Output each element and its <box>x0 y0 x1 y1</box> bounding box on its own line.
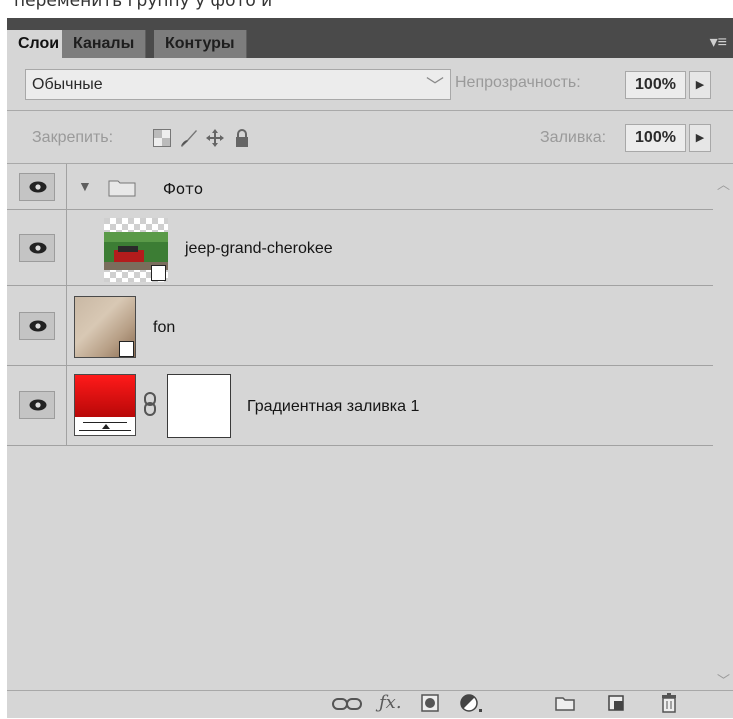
divider <box>66 210 67 286</box>
blend-mode-value: Обычные <box>32 76 103 93</box>
lock-all-icon[interactable] <box>233 128 251 153</box>
new-group-icon[interactable] <box>555 695 575 716</box>
folder-icon <box>108 177 136 202</box>
link-layers-icon[interactable] <box>332 696 362 716</box>
panel-tab-bar: Слои Каналы Контуры ▾≡ <box>7 18 733 59</box>
layer-row-gradient-fill[interactable]: Градиентная заливка 1 <box>7 366 713 446</box>
blend-mode-select[interactable]: Обычные ﹀ <box>25 69 451 100</box>
layer-row-group[interactable]: ▼ Фото <box>7 164 713 210</box>
opacity-label: Непрозрачность: <box>455 74 581 91</box>
scroll-up-icon[interactable]: ︿ <box>717 174 730 193</box>
fill-slider-button[interactable]: ▶ <box>689 124 711 152</box>
lock-position-icon[interactable] <box>205 128 225 153</box>
chevron-down-icon: ﹀ <box>426 76 444 96</box>
layers-bottom-toolbar: ƒx. <box>7 690 733 718</box>
layer-thumbnail <box>104 218 168 282</box>
divider <box>7 110 733 111</box>
layer-mask-thumbnail[interactable] <box>167 374 231 438</box>
fill-label: Заливка: <box>540 129 607 146</box>
adjustment-layer-icon[interactable] <box>460 694 484 719</box>
lock-label: Закрепить: <box>32 129 114 146</box>
scroll-down-icon[interactable]: ﹀ <box>717 670 730 689</box>
divider <box>66 286 67 366</box>
panel-content: Обычные ﹀ Непрозрачность: 100% ▶ Закрепи… <box>7 58 733 718</box>
visibility-eye-icon[interactable] <box>19 234 55 262</box>
layer-name: fon <box>153 319 176 336</box>
background-text: переменить группу у фото и <box>14 0 273 11</box>
divider <box>66 366 67 446</box>
gradient-fill-thumbnail <box>74 374 136 436</box>
tab-channels[interactable]: Каналы <box>62 30 147 58</box>
opacity-slider-button[interactable]: ▶ <box>689 71 711 99</box>
visibility-eye-icon[interactable] <box>19 312 55 340</box>
layer-name: Фото <box>163 180 204 198</box>
smart-object-badge-icon <box>151 265 166 281</box>
layer-thumbnail <box>74 296 136 358</box>
new-layer-icon[interactable] <box>608 695 624 716</box>
visibility-eye-icon[interactable] <box>19 173 55 201</box>
tab-paths[interactable]: Контуры <box>154 30 247 58</box>
layers-panel: Слои Каналы Контуры ▾≡ Обычные ﹀ Непрозр… <box>7 18 733 718</box>
expand-triangle-icon[interactable]: ▼ <box>78 178 92 194</box>
fx-icon[interactable]: ƒx. <box>379 692 402 713</box>
lock-image-icon[interactable] <box>179 128 199 153</box>
divider <box>66 164 67 210</box>
background-document-text: переменить группу у фото и <box>0 0 733 18</box>
delete-layer-icon[interactable] <box>661 693 677 718</box>
layer-row-fon[interactable]: fon <box>7 286 713 366</box>
link-chain-icon[interactable] <box>143 392 157 421</box>
layers-scrollbar[interactable]: ︿ ﹀ <box>713 164 733 694</box>
layers-list: ▼ Фото jeep-grand-cherokee fon Градиентн… <box>7 164 713 694</box>
layer-name: Градиентная заливка 1 <box>247 398 420 415</box>
lock-transparent-icon[interactable] <box>153 129 171 152</box>
fill-input[interactable]: 100% <box>625 124 686 152</box>
add-mask-icon[interactable] <box>421 694 439 717</box>
opacity-input[interactable]: 100% <box>625 71 686 99</box>
visibility-eye-icon[interactable] <box>19 391 55 419</box>
smart-object-badge-icon <box>119 341 134 357</box>
layer-row-jeep[interactable]: jeep-grand-cherokee <box>7 210 713 286</box>
layer-name: jeep-grand-cherokee <box>185 240 333 257</box>
panel-menu-icon[interactable]: ▾≡ <box>710 32 727 52</box>
